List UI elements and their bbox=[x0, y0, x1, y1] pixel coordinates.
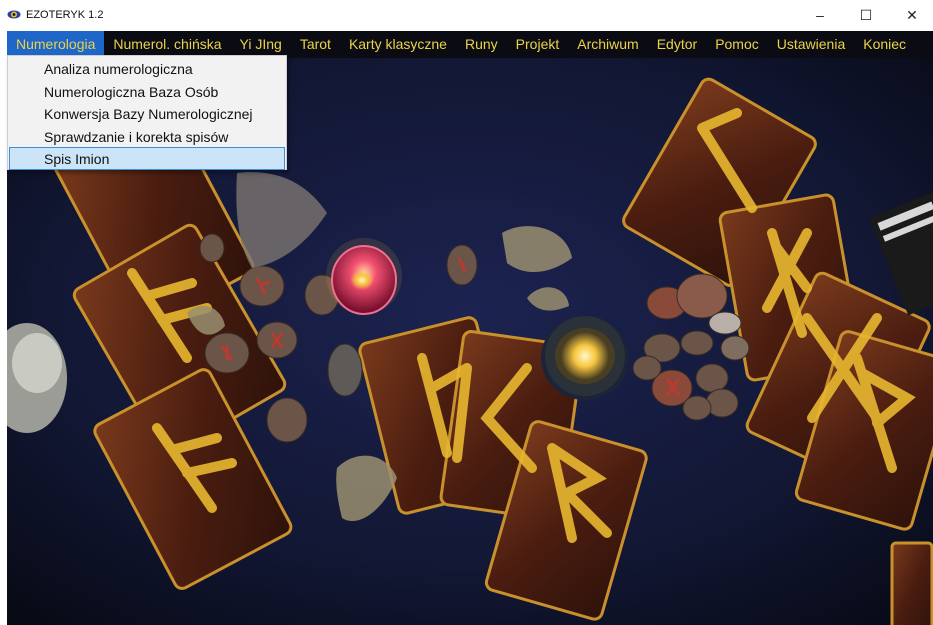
minimize-button[interactable]: – bbox=[797, 0, 843, 30]
menu-karty-klasyczne[interactable]: Karty klasyczne bbox=[340, 31, 456, 58]
menu-item-analiza-numerologiczna[interactable]: Analiza numerologiczna bbox=[9, 57, 285, 80]
menu-numerologia[interactable]: Numerologia bbox=[7, 31, 105, 58]
menu-item-konwersja-bazy[interactable]: Konwersja Bazy Numerologicznej bbox=[9, 102, 285, 125]
menu-bar: Numerologia Numerol. chińska Yi JIng Tar… bbox=[7, 31, 933, 58]
menu-pomoc[interactable]: Pomoc bbox=[706, 31, 768, 58]
maximize-button[interactable]: ☐ bbox=[843, 0, 889, 30]
menu-item-spis-imion[interactable]: Spis Imion bbox=[9, 147, 285, 170]
menu-edytor[interactable]: Edytor bbox=[648, 31, 706, 58]
menu-runy[interactable]: Runy bbox=[456, 31, 507, 58]
menu-numerol-chinska[interactable]: Numerol. chińska bbox=[104, 31, 230, 58]
menu-koniec[interactable]: Koniec bbox=[854, 31, 915, 58]
window-title: EZOTERYK 1.2 bbox=[26, 9, 104, 21]
menu-tarot[interactable]: Tarot bbox=[291, 31, 340, 58]
app-window: EZOTERYK 1.2 – ☐ ✕ Numerologia Numerol. … bbox=[0, 0, 933, 625]
menu-yi-jing[interactable]: Yi JIng bbox=[231, 31, 291, 58]
menu-projekt[interactable]: Projekt bbox=[507, 31, 569, 58]
menu-ustawienia[interactable]: Ustawienia bbox=[768, 31, 854, 58]
title-bar[interactable]: EZOTERYK 1.2 – ☐ ✕ bbox=[0, 0, 933, 30]
numerologia-dropdown-menu: Analiza numerologiczna Numerologiczna Ba… bbox=[7, 55, 287, 170]
menu-item-sprawdzanie-i-korekta[interactable]: Sprawdzanie i korekta spisów bbox=[9, 125, 285, 148]
close-button[interactable]: ✕ bbox=[889, 0, 933, 30]
eye-logo-icon bbox=[7, 10, 21, 19]
menu-item-numerologiczna-baza-osob[interactable]: Numerologiczna Baza Osób bbox=[9, 80, 285, 103]
menu-archiwum[interactable]: Archiwum bbox=[568, 31, 647, 58]
